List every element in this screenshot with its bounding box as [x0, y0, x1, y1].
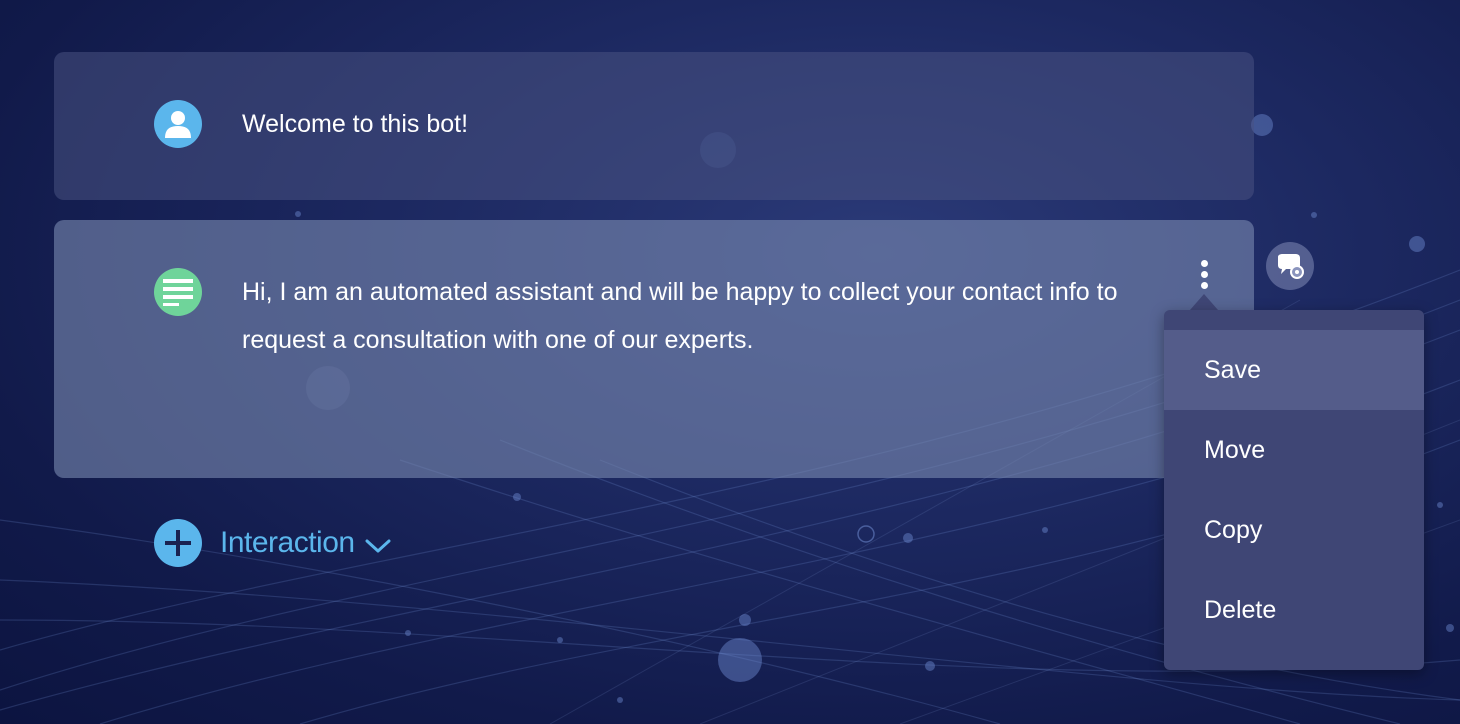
message-text: Welcome to this bot!: [242, 110, 469, 138]
message-card-text[interactable]: Hi, I am an automated assistant and will…: [54, 220, 1254, 478]
kebab-menu-icon[interactable]: [1194, 254, 1214, 294]
menu-caret: [1190, 294, 1218, 310]
text-lines-icon: [154, 268, 202, 316]
add-interaction-label: Interaction: [220, 526, 355, 559]
add-interaction-button[interactable]: Interaction: [154, 519, 391, 567]
menu-item-delete[interactable]: Delete: [1164, 570, 1424, 650]
menu-item-copy[interactable]: Copy: [1164, 490, 1424, 570]
menu-item-move[interactable]: Move: [1164, 410, 1424, 490]
chat-settings-icon[interactable]: [1266, 242, 1314, 290]
message-text: Hi, I am an automated assistant and will…: [242, 278, 1118, 354]
chevron-down-icon: [365, 539, 391, 553]
context-menu: Save Move Copy Delete: [1164, 310, 1424, 670]
menu-item-save[interactable]: Save: [1164, 330, 1424, 410]
user-icon: [154, 100, 202, 148]
plus-icon: [154, 519, 202, 567]
message-card-welcome[interactable]: Welcome to this bot!: [54, 52, 1254, 200]
